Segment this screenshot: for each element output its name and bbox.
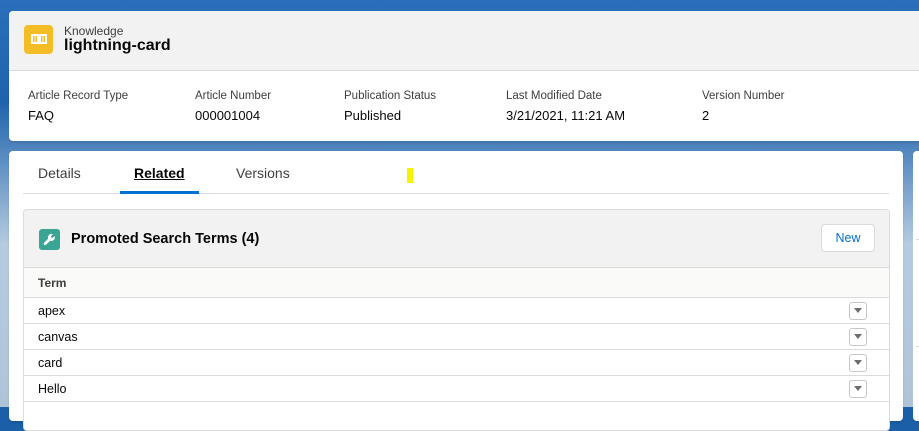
table-row: card bbox=[24, 350, 889, 376]
tab-label: Details bbox=[38, 165, 81, 181]
field-value: FAQ bbox=[28, 108, 55, 123]
field-article-record-type: Article Record Type FAQ bbox=[28, 90, 128, 123]
table-row: apex bbox=[24, 298, 889, 324]
chevron-down-icon bbox=[854, 386, 862, 391]
related-list-promoted-search-terms: Promoted Search Terms (4) New Term apex … bbox=[23, 209, 890, 431]
record-header: Knowledge lightning-card bbox=[9, 11, 919, 71]
column-header-term[interactable]: Term bbox=[24, 268, 889, 298]
knowledge-book-icon bbox=[24, 25, 53, 54]
column-header-label: Term bbox=[38, 276, 67, 290]
field-value: Published bbox=[344, 108, 402, 123]
tab-versions[interactable]: Versions bbox=[236, 165, 290, 192]
tab-label: Versions bbox=[236, 165, 290, 181]
tab-bar: Details Related Versions bbox=[23, 151, 889, 194]
row-actions-button[interactable] bbox=[849, 354, 867, 372]
term-cell[interactable]: apex bbox=[38, 304, 65, 318]
wrench-icon bbox=[39, 229, 60, 250]
new-button[interactable]: New bbox=[821, 224, 875, 252]
row-actions-button[interactable] bbox=[849, 302, 867, 320]
highlight-fields: Article Record Type FAQ Article Number 0… bbox=[9, 71, 919, 141]
row-actions-button[interactable] bbox=[849, 328, 867, 346]
side-panel-edge bbox=[913, 151, 919, 421]
term-cell[interactable]: Hello bbox=[38, 382, 67, 396]
field-publication-status: Publication Status Published bbox=[344, 90, 436, 123]
chevron-down-icon bbox=[854, 308, 862, 313]
table-row: Hello bbox=[24, 376, 889, 402]
term-cell[interactable]: card bbox=[38, 356, 62, 370]
chevron-down-icon bbox=[854, 334, 862, 339]
tab-label: Related bbox=[134, 165, 185, 181]
tab-details[interactable]: Details bbox=[38, 165, 81, 192]
field-label: Article Number bbox=[195, 90, 272, 102]
field-version-number: Version Number 2 bbox=[702, 90, 784, 123]
field-label: Article Record Type bbox=[28, 90, 129, 102]
related-list-header: Promoted Search Terms (4) New bbox=[24, 210, 889, 268]
table-row: canvas bbox=[24, 324, 889, 350]
row-actions-button[interactable] bbox=[849, 380, 867, 398]
field-article-number: Article Number 000001004 bbox=[195, 90, 271, 123]
term-cell[interactable]: canvas bbox=[38, 330, 78, 344]
main-tabset-card: Details Related Versions Promoted Search… bbox=[9, 151, 903, 431]
field-value: 3/21/2021, 11:21 AM bbox=[506, 108, 626, 123]
cursor-highlight-marker bbox=[407, 168, 413, 183]
field-label: Publication Status bbox=[344, 90, 437, 102]
object-type-label: Knowledge bbox=[64, 24, 124, 38]
field-last-modified-date: Last Modified Date 3/21/2021, 11:21 AM bbox=[506, 90, 625, 123]
tab-related[interactable]: Related bbox=[120, 165, 199, 194]
field-value: 000001004 bbox=[195, 108, 261, 123]
record-title: lightning-card bbox=[64, 37, 171, 54]
field-label: Last Modified Date bbox=[506, 90, 602, 102]
field-value: 2 bbox=[702, 108, 710, 123]
record-highlights-panel: Knowledge lightning-card Article Record … bbox=[9, 11, 919, 141]
chevron-down-icon bbox=[854, 360, 862, 365]
related-list-title[interactable]: Promoted Search Terms (4) bbox=[71, 231, 259, 247]
field-label: Version Number bbox=[702, 90, 785, 102]
